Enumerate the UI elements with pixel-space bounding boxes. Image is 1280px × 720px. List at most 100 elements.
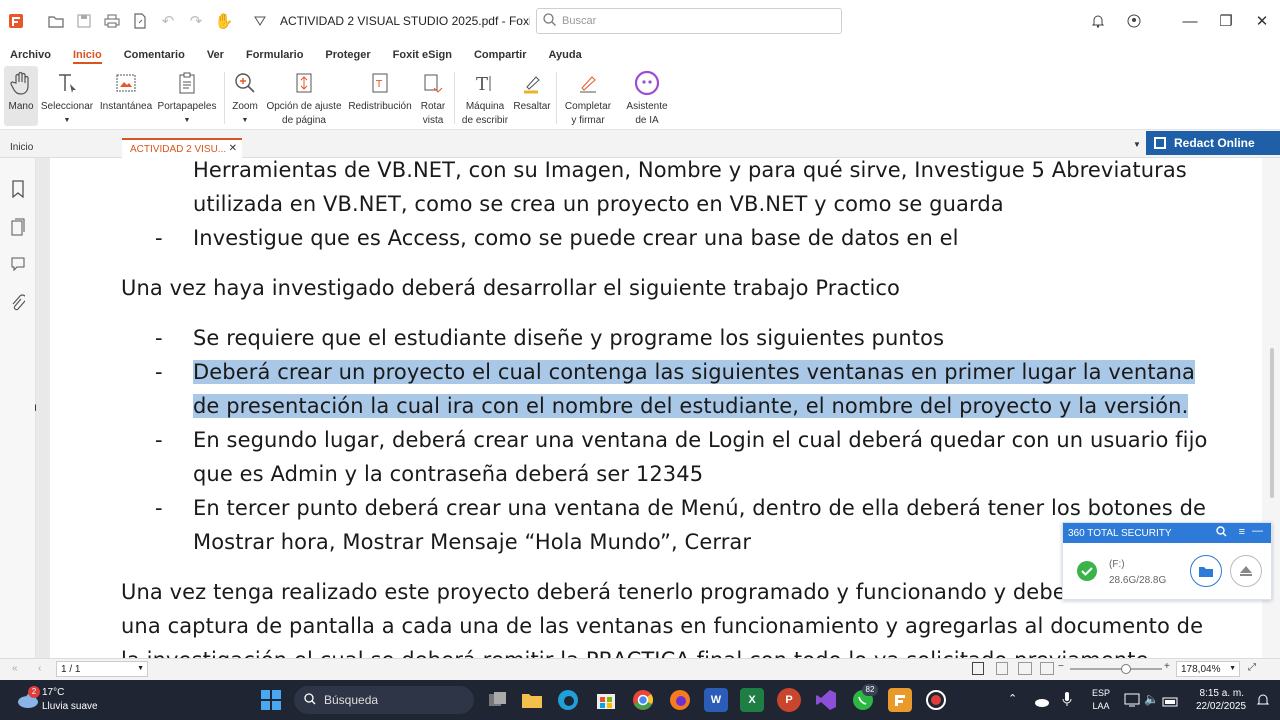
- single-page-view-icon[interactable]: [972, 662, 984, 675]
- search-icon[interactable]: [1216, 526, 1227, 540]
- powerpoint-icon[interactable]: P: [777, 688, 801, 712]
- hand-tool-icon[interactable]: ✋: [210, 7, 238, 35]
- microphone-icon[interactable]: [1062, 691, 1072, 712]
- ai-assistant-button[interactable]: Asistente de IA: [622, 66, 672, 128]
- eject-button[interactable]: [1230, 555, 1262, 587]
- doc-line: utilizada en VB.NET, como se crea un pro…: [193, 192, 1004, 216]
- cover-view-icon[interactable]: [1040, 662, 1054, 675]
- minimize-icon[interactable]: —: [1252, 525, 1263, 537]
- search-input[interactable]: Buscar: [536, 8, 842, 34]
- language-indicator[interactable]: ESP LAA: [1092, 687, 1110, 713]
- volume-icon[interactable]: 🔈: [1144, 692, 1159, 706]
- word-icon[interactable]: W: [704, 688, 728, 712]
- redo-icon[interactable]: ↷: [182, 7, 210, 35]
- clipboard-button[interactable]: Portapapeles ▼: [156, 66, 218, 128]
- notification-center-icon[interactable]: [1256, 692, 1270, 713]
- bullet-dash: -: [155, 326, 163, 350]
- visual-studio-icon[interactable]: [814, 688, 838, 712]
- close-icon[interactable]: ✕: [1244, 0, 1280, 42]
- hand-tool-button[interactable]: Mano: [4, 66, 38, 126]
- zoom-slider[interactable]: [1070, 664, 1162, 674]
- network-icon[interactable]: [1124, 693, 1140, 712]
- minimize-icon[interactable]: —: [1172, 0, 1208, 42]
- menu-compartir[interactable]: Compartir: [474, 49, 527, 64]
- weather-widget[interactable]: 2 17°C Lluvia suave: [14, 686, 114, 714]
- tab-close-icon[interactable]: ✕: [229, 143, 237, 154]
- menu-comentario[interactable]: Comentario: [124, 49, 185, 64]
- zoom-slider-thumb[interactable]: [1121, 664, 1131, 674]
- comments-icon[interactable]: [9, 256, 27, 276]
- zoom-in-icon[interactable]: +: [1164, 661, 1170, 672]
- tab-document-active[interactable]: ACTIVIDAD 2 VISU... ✕: [122, 138, 242, 158]
- snapshot-label: Instantánea: [99, 101, 153, 112]
- select-tool-button[interactable]: Seleccionar ▼: [40, 66, 94, 128]
- tab-home[interactable]: Inicio: [2, 138, 120, 158]
- save-icon[interactable]: [70, 7, 98, 35]
- continuous-view-icon[interactable]: [996, 662, 1008, 675]
- chrome-icon[interactable]: [631, 688, 655, 712]
- clock[interactable]: 8:15 a. m. 22/02/2025: [1196, 687, 1246, 713]
- menu-ayuda[interactable]: Ayuda: [549, 49, 582, 64]
- prev-page-icon[interactable]: ‹: [38, 663, 41, 674]
- menu-foxit-esign[interactable]: Foxit eSign: [393, 49, 452, 64]
- restore-icon[interactable]: ❐: [1208, 0, 1244, 42]
- page-number-field[interactable]: 1 / 1 ▼: [56, 661, 148, 677]
- tray-chevron-icon[interactable]: ⌃: [1008, 692, 1017, 705]
- zoom-level-field[interactable]: 178,04% ▼: [1176, 661, 1240, 677]
- bookmark-icon[interactable]: [9, 180, 27, 200]
- zoom-out-icon[interactable]: −: [1058, 661, 1064, 672]
- clipboard-label: Portapapeles: [157, 101, 217, 112]
- open-folder-icon[interactable]: [42, 7, 70, 35]
- menu-inicio[interactable]: Inicio: [72, 49, 102, 64]
- task-view-icon[interactable]: [486, 688, 510, 712]
- rotate-view-button[interactable]: Rotar vista: [416, 66, 450, 128]
- store-icon[interactable]: [594, 688, 618, 712]
- facing-view-icon[interactable]: [1018, 662, 1032, 675]
- open-folder-button[interactable]: [1190, 555, 1222, 587]
- highlighted-line[interactable]: de presentación la cual ira con el nombr…: [193, 394, 1189, 418]
- fullscreen-icon[interactable]: ⤢: [1248, 662, 1256, 673]
- export-icon[interactable]: [126, 7, 154, 35]
- redact-icon: [1154, 137, 1166, 149]
- undo-icon[interactable]: ↶: [154, 7, 182, 35]
- highlighted-line[interactable]: Deberá crear un proyecto el cual conteng…: [193, 360, 1196, 384]
- print-icon[interactable]: [98, 7, 126, 35]
- fill-sign-button[interactable]: Completar y firmar: [560, 66, 616, 128]
- redact-online-button[interactable]: Redact Online: [1146, 131, 1280, 155]
- attachment-icon[interactable]: [9, 294, 27, 314]
- page-fit-button[interactable]: Opción de ajuste de página: [264, 66, 344, 128]
- excel-icon[interactable]: X: [740, 688, 764, 712]
- menu-proteger[interactable]: Proteger: [325, 49, 370, 64]
- menu-icon[interactable]: ≡: [1239, 526, 1245, 538]
- security-header: 360 TOTAL SECURITY ≡ —: [1063, 523, 1271, 543]
- ribbon-divider: [454, 72, 455, 124]
- reflow-button[interactable]: T Redistribución: [346, 66, 414, 114]
- rotate-icon: [422, 66, 444, 100]
- firefox-icon[interactable]: [668, 688, 692, 712]
- account-icon[interactable]: [1116, 0, 1152, 42]
- file-explorer-icon[interactable]: [520, 688, 544, 712]
- first-page-icon[interactable]: «: [12, 663, 18, 674]
- battery-icon[interactable]: [1162, 694, 1180, 712]
- notification-bell-icon[interactable]: [1080, 0, 1116, 42]
- pages-icon[interactable]: [9, 218, 27, 238]
- scrollbar-thumb[interactable]: [1270, 348, 1274, 498]
- page-gutter: [36, 158, 50, 658]
- typewriter-button[interactable]: T Máquina de escribir: [458, 66, 512, 128]
- filter-icon[interactable]: [246, 7, 274, 35]
- tabs-dropdown-icon[interactable]: ▼: [1133, 140, 1141, 149]
- windows-start-icon[interactable]: [259, 688, 283, 712]
- menu-archivo[interactable]: Archivo: [10, 49, 51, 64]
- menu-ver[interactable]: Ver: [207, 49, 224, 64]
- menu-formulario[interactable]: Formulario: [246, 49, 303, 64]
- snapshot-button[interactable]: Instantánea: [98, 66, 154, 114]
- recorder-icon[interactable]: [924, 688, 948, 712]
- foxit-taskbar-icon[interactable]: [888, 688, 912, 712]
- highlight-button[interactable]: Resaltar: [512, 66, 552, 114]
- edge-icon[interactable]: [556, 688, 580, 712]
- zoom-button[interactable]: Zoom ▼: [228, 66, 262, 128]
- onedrive-icon[interactable]: [1034, 694, 1050, 712]
- highlight-label: Resaltar: [513, 101, 551, 112]
- taskbar-search[interactable]: Búsqueda: [294, 686, 474, 714]
- clock-time: 8:15 a. m.: [1199, 688, 1244, 699]
